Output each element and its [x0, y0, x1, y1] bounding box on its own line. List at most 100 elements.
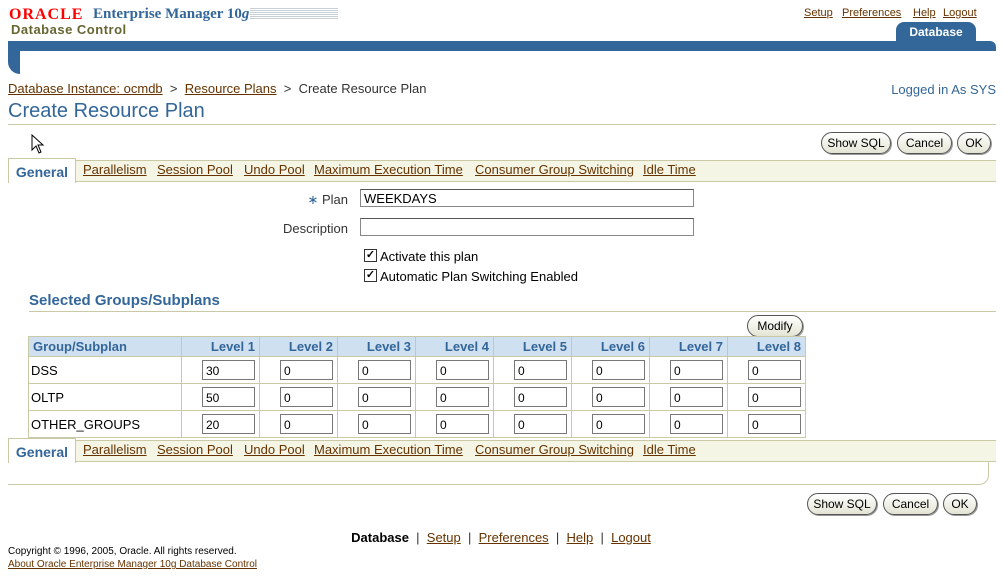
level-input[interactable]: 0: [748, 387, 801, 407]
subtab-max-exec-time[interactable]: Maximum Execution Time: [314, 162, 463, 177]
subtab-consumer-group-switching[interactable]: Consumer Group Switching: [475, 162, 634, 177]
table-row: OTHER_GROUPS 20 0 0 0 0 0 0 0: [28, 410, 806, 438]
subtab-max-exec-time-bottom[interactable]: Maximum Execution Time: [314, 442, 463, 457]
subtab-undo-pool[interactable]: Undo Pool: [244, 162, 305, 177]
mouse-cursor-icon: [31, 134, 45, 154]
breadcrumb: Database Instance: ocmdb > Resource Plan…: [8, 81, 427, 96]
header-bar: [8, 41, 996, 51]
activate-plan-checkbox[interactable]: ✓: [364, 249, 377, 262]
subtab-session-pool[interactable]: Session Pool: [157, 162, 233, 177]
level-input[interactable]: 0: [514, 414, 567, 434]
level-input[interactable]: 50: [202, 387, 255, 407]
table-row: DSS 30 0 0 0 0 0 0 0: [28, 356, 806, 384]
col-header: Level 1: [181, 336, 260, 357]
level-input[interactable]: 0: [670, 414, 723, 434]
col-header: Level 8: [727, 336, 806, 357]
subtab-consumer-group-switching-bottom[interactable]: Consumer Group Switching: [475, 442, 634, 457]
group-name: OTHER_GROUPS: [28, 410, 182, 438]
section-title: Selected Groups/Subplans: [29, 292, 220, 309]
breadcrumb-database-instance[interactable]: Database Instance: ocmdb: [8, 81, 163, 96]
level-input[interactable]: 0: [748, 360, 801, 380]
subtab-general-bottom[interactable]: General: [8, 438, 76, 463]
col-header: Level 2: [259, 336, 338, 357]
subtab-general[interactable]: General: [8, 158, 76, 183]
description-label: Description: [282, 221, 348, 236]
copyright: Copyright © 1996, 2005, Oracle. All righ…: [8, 546, 237, 557]
ok-button-top[interactable]: OK: [957, 132, 991, 154]
plan-label: ∗ Plan: [307, 192, 348, 207]
col-header: Level 4: [415, 336, 494, 357]
logo-stripes: [250, 8, 338, 20]
level-input[interactable]: 0: [280, 387, 333, 407]
auto-switch-label: Automatic Plan Switching Enabled: [380, 269, 579, 284]
level-input[interactable]: 0: [436, 360, 489, 380]
level-input[interactable]: 20: [202, 414, 255, 434]
level-input[interactable]: 0: [436, 414, 489, 434]
subtabs-top: General Parallelism Session Pool Undo Po…: [8, 158, 996, 183]
ok-button-bottom[interactable]: OK: [943, 493, 977, 515]
global-help-link[interactable]: Help: [913, 7, 936, 19]
plan-input[interactable]: WEEKDAYS: [360, 189, 694, 207]
group-name: DSS: [28, 356, 182, 384]
footer-help-link[interactable]: Help: [567, 530, 594, 545]
level-input[interactable]: 0: [592, 414, 645, 434]
table-row: OLTP 50 0 0 0 0 0 0 0: [28, 383, 806, 411]
footer-preferences-link[interactable]: Preferences: [479, 530, 549, 545]
subtab-idle-time-bottom[interactable]: Idle Time: [643, 442, 696, 457]
subtab-parallelism[interactable]: Parallelism: [83, 162, 147, 177]
show-sql-button-top[interactable]: Show SQL: [821, 132, 891, 154]
level-input[interactable]: 0: [358, 360, 411, 380]
col-header: Level 5: [493, 336, 572, 357]
bottom-divider: [8, 462, 989, 485]
level-input[interactable]: 0: [436, 387, 489, 407]
col-header: Level 7: [649, 336, 728, 357]
subtab-undo-pool-bottom[interactable]: Undo Pool: [244, 442, 305, 457]
group-name: OLTP: [28, 383, 182, 411]
level-input[interactable]: 0: [592, 360, 645, 380]
auto-switch-checkbox[interactable]: ✓: [364, 269, 377, 282]
col-header: Group/Subplan: [28, 336, 182, 357]
footer-setup-link[interactable]: Setup: [427, 530, 461, 545]
logged-in-status: Logged in As SYS: [891, 82, 996, 97]
subtab-parallelism-bottom[interactable]: Parallelism: [83, 442, 147, 457]
global-preferences-link[interactable]: Preferences: [842, 7, 901, 19]
level-input[interactable]: 0: [670, 360, 723, 380]
show-sql-button-bottom[interactable]: Show SQL: [807, 493, 877, 515]
section-divider: [29, 311, 996, 312]
cancel-button-bottom[interactable]: Cancel: [883, 493, 938, 515]
level-input[interactable]: 0: [670, 387, 723, 407]
breadcrumb-resource-plans[interactable]: Resource Plans: [185, 81, 277, 96]
breadcrumb-current: Create Resource Plan: [298, 81, 427, 96]
table-header-row: Group/Subplan Level 1 Level 2 Level 3 Le…: [28, 336, 806, 357]
footer-nav: Database | Setup | Preferences | Help | …: [351, 530, 651, 545]
level-input[interactable]: 0: [748, 414, 801, 434]
col-header: Level 3: [337, 336, 416, 357]
about-link[interactable]: About Oracle Enterprise Manager 10g Data…: [8, 559, 257, 570]
groups-table: Group/Subplan Level 1 Level 2 Level 3 Le…: [28, 336, 806, 438]
col-header: Level 6: [571, 336, 650, 357]
title-divider: [8, 124, 996, 125]
header-curve: [8, 50, 20, 74]
activate-plan-label: Activate this plan: [380, 249, 479, 264]
footer-database: Database: [351, 530, 409, 545]
product-name: Enterprise Manager 10g: [93, 6, 250, 22]
global-setup-link[interactable]: Setup: [804, 7, 833, 19]
subtabs-bottom: General Parallelism Session Pool Undo Po…: [8, 438, 996, 463]
global-logout-link[interactable]: Logout: [943, 7, 977, 19]
level-input[interactable]: 0: [514, 360, 567, 380]
subtab-idle-time[interactable]: Idle Time: [643, 162, 696, 177]
tab-database[interactable]: Database: [896, 22, 976, 42]
product-subtitle: Database Control: [11, 22, 127, 37]
level-input[interactable]: 0: [592, 387, 645, 407]
level-input[interactable]: 0: [280, 360, 333, 380]
level-input[interactable]: 30: [202, 360, 255, 380]
level-input[interactable]: 0: [358, 387, 411, 407]
level-input[interactable]: 0: [358, 414, 411, 434]
footer-logout-link[interactable]: Logout: [611, 530, 651, 545]
modify-button[interactable]: Modify: [747, 315, 803, 337]
level-input[interactable]: 0: [514, 387, 567, 407]
cancel-button-top[interactable]: Cancel: [897, 132, 952, 154]
level-input[interactable]: 0: [280, 414, 333, 434]
description-input[interactable]: [360, 218, 694, 236]
subtab-session-pool-bottom[interactable]: Session Pool: [157, 442, 233, 457]
